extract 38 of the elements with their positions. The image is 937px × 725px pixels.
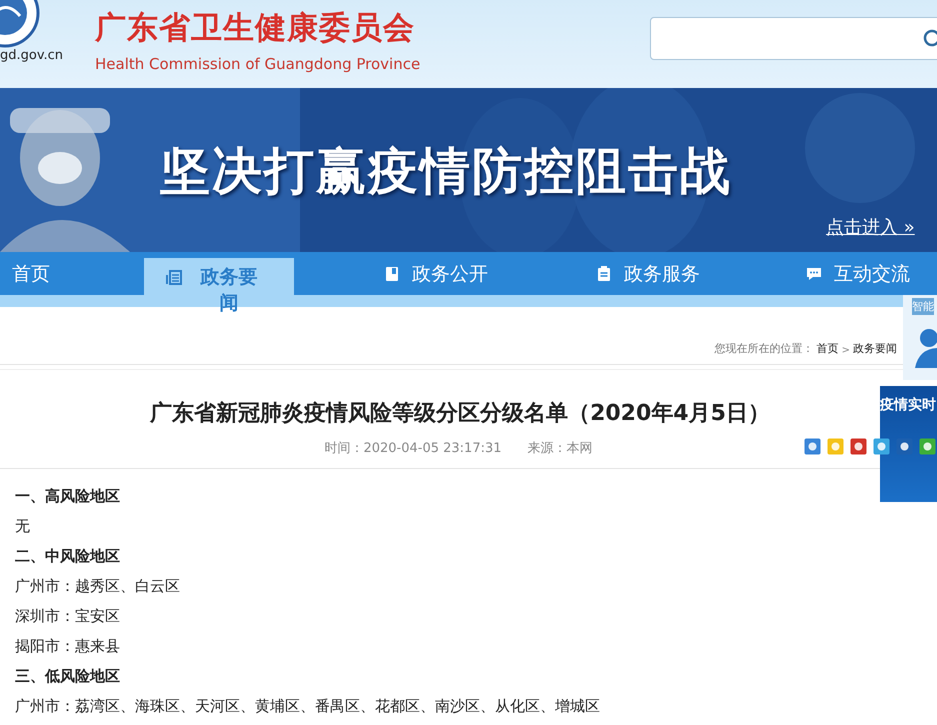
epidemic-label[interactable]: 疫情实时 <box>880 396 936 414</box>
nav-tab[interactable]: 互动交流 <box>806 252 910 295</box>
share-icon[interactable] <box>919 438 936 455</box>
paragraph: 深圳市：宝安区 <box>15 606 121 627</box>
book-icon <box>384 266 400 282</box>
nav-tab[interactable]: 政务服务 <box>596 252 700 295</box>
person-icon[interactable] <box>915 328 937 368</box>
article-source: 来源：本网 <box>528 440 593 457</box>
share-icon[interactable] <box>873 438 890 455</box>
breadcrumb-link[interactable]: 政务要闻 <box>853 341 897 356</box>
section-heading: 二、中风险地区 <box>15 546 121 567</box>
search-field[interactable] <box>650 17 937 60</box>
share-icon[interactable] <box>896 438 913 455</box>
site-domain: gd.gov.cn <box>0 48 64 63</box>
nav-tab[interactable]: 政务公开 <box>384 252 488 295</box>
breadcrumb-link[interactable]: 首页 <box>816 341 839 356</box>
paragraph: 无 <box>15 516 31 537</box>
paragraph: 广州市：越秀区、白云区 <box>15 576 181 597</box>
breadcrumb-separator: > <box>842 345 850 356</box>
publish-time: 时间：2020-04-05 23:17:31 <box>324 440 502 457</box>
section-heading: 一、高风险地区 <box>15 486 121 507</box>
site-subtitle: Health Commission of Guangdong Province <box>95 55 420 73</box>
enter-link[interactable]: 点击进入 » <box>826 215 915 239</box>
assistant-label[interactable]: 智能 <box>912 298 934 315</box>
share-icon[interactable] <box>804 438 821 455</box>
article-title: 广东省新冠肺炎疫情风险等级分区分级名单（2020年4月5日） <box>148 400 771 428</box>
paragraph: 广州市：荔湾区、海珠区、天河区、黄埔区、番禺区、花都区、南沙区、从化区、增城区 <box>15 696 601 717</box>
section-heading: 三、低风险地区 <box>15 666 121 687</box>
chat-icon <box>806 266 822 282</box>
banner-slogan: 坚决打赢疫情防控阻击战 <box>160 141 732 202</box>
nav-tab[interactable]: 首页 <box>12 252 50 295</box>
clipboard-icon <box>596 266 612 282</box>
paragraph: 揭阳市：惠来县 <box>15 636 121 657</box>
site-title: 广东省卫生健康委员会 <box>95 9 416 48</box>
share-icon[interactable] <box>850 438 867 455</box>
epidemic-panel[interactable] <box>880 386 937 502</box>
breadcrumb-label: 您现在所在的位置： <box>714 341 814 356</box>
list-icon <box>166 270 182 286</box>
